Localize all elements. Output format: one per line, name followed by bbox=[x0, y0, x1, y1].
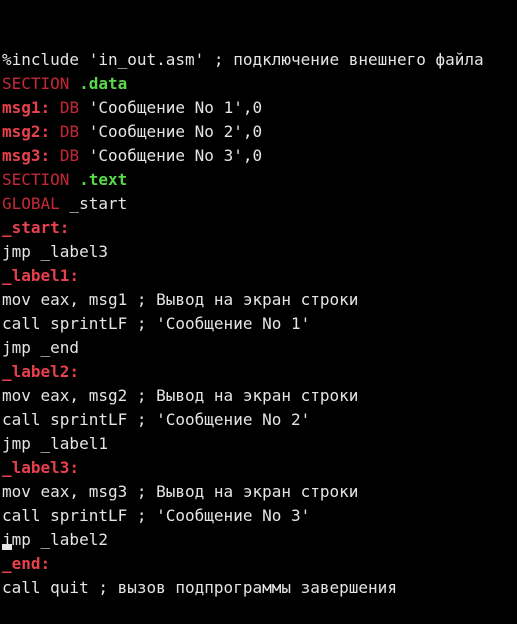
code-token: SECTION bbox=[2, 170, 80, 189]
code-line[interactable]: jmp _end bbox=[2, 336, 517, 360]
code-line[interactable]: _label1: bbox=[2, 264, 517, 288]
code-line[interactable]: _label3: bbox=[2, 456, 517, 480]
code-line[interactable]: call sprintLF ; 'Сообщение No 1' bbox=[2, 312, 517, 336]
code-line[interactable]: _label2: bbox=[2, 360, 517, 384]
code-token: jmp _label2 bbox=[2, 530, 108, 549]
code-token: mov eax, msg3 ; Вывод на экран строки bbox=[2, 482, 359, 501]
code-token: msg3: bbox=[2, 146, 51, 165]
code-token: 'Сообщение No 1',0 bbox=[79, 98, 263, 117]
code-token: jmp _label3 bbox=[2, 242, 108, 261]
code-token: call quit ; вызов подпрограммы завершени… bbox=[2, 578, 397, 597]
code-line[interactable]: msg3: DB 'Сообщение No 3',0 bbox=[2, 144, 517, 168]
code-line[interactable]: %include 'in_out.asm' ; подключение внеш… bbox=[2, 48, 517, 72]
code-line[interactable]: mov eax, msg3 ; Вывод на экран строки bbox=[2, 480, 517, 504]
code-token: SECTION bbox=[2, 74, 80, 93]
code-token: _start bbox=[59, 194, 128, 213]
code-token: _label1: bbox=[2, 266, 80, 285]
code-token: call sprintLF ; 'Сообщение No 1' bbox=[2, 314, 311, 333]
text-cursor bbox=[2, 544, 12, 550]
code-token: _end: bbox=[2, 554, 51, 573]
code-token: call sprintLF ; 'Сообщение No 3' bbox=[2, 506, 311, 525]
code-line[interactable]: call sprintLF ; 'Сообщение No 2' bbox=[2, 408, 517, 432]
code-line[interactable]: _end: bbox=[2, 552, 517, 576]
code-token: DB bbox=[59, 146, 80, 165]
code-line[interactable]: msg1: DB 'Сообщение No 1',0 bbox=[2, 96, 517, 120]
code-line[interactable]: SECTION .text bbox=[2, 168, 517, 192]
code-line[interactable]: call quit ; вызов подпрограммы завершени… bbox=[2, 576, 517, 600]
code-line[interactable]: GLOBAL _start bbox=[2, 192, 517, 216]
code-token: _label3: bbox=[2, 458, 80, 477]
code-token: DB bbox=[59, 122, 80, 141]
code-token: DB bbox=[59, 98, 80, 117]
code-line[interactable]: SECTION .data bbox=[2, 72, 517, 96]
code-token: jmp _label1 bbox=[2, 434, 108, 453]
code-line[interactable]: jmp _label2 bbox=[2, 528, 517, 552]
code-token: _start: bbox=[2, 218, 70, 237]
code-line[interactable]: jmp _label1 bbox=[2, 432, 517, 456]
code-token: .data bbox=[79, 74, 128, 93]
code-token: 'Сообщение No 2',0 bbox=[79, 122, 263, 141]
code-token: msg1: bbox=[2, 98, 51, 117]
code-token: _label2: bbox=[2, 362, 80, 381]
code-line[interactable]: jmp _label3 bbox=[2, 240, 517, 264]
code-line[interactable]: msg2: DB 'Сообщение No 2',0 bbox=[2, 120, 517, 144]
code-token: call sprintLF ; 'Сообщение No 2' bbox=[2, 410, 311, 429]
code-line[interactable]: call sprintLF ; 'Сообщение No 3' bbox=[2, 504, 517, 528]
code-editor[interactable]: %include 'in_out.asm' ; подключение внеш… bbox=[2, 0, 517, 597]
code-token: .text bbox=[79, 170, 128, 189]
code-line[interactable]: _start: bbox=[2, 216, 517, 240]
code-token: 'Сообщение No 3',0 bbox=[79, 146, 263, 165]
code-token: msg2: bbox=[2, 122, 51, 141]
code-token: %include 'in_out.asm' ; подключение внеш… bbox=[2, 50, 484, 69]
code-line[interactable]: mov eax, msg1 ; Вывод на экран строки bbox=[2, 288, 517, 312]
code-token: mov eax, msg1 ; Вывод на экран строки bbox=[2, 290, 359, 309]
code-line[interactable]: mov eax, msg2 ; Вывод на экран строки bbox=[2, 384, 517, 408]
code-token: GLOBAL bbox=[2, 194, 60, 213]
code-lines: %include 'in_out.asm' ; подключение внеш… bbox=[2, 48, 517, 600]
code-token: mov eax, msg2 ; Вывод на экран строки bbox=[2, 386, 359, 405]
code-token: jmp _end bbox=[2, 338, 80, 357]
